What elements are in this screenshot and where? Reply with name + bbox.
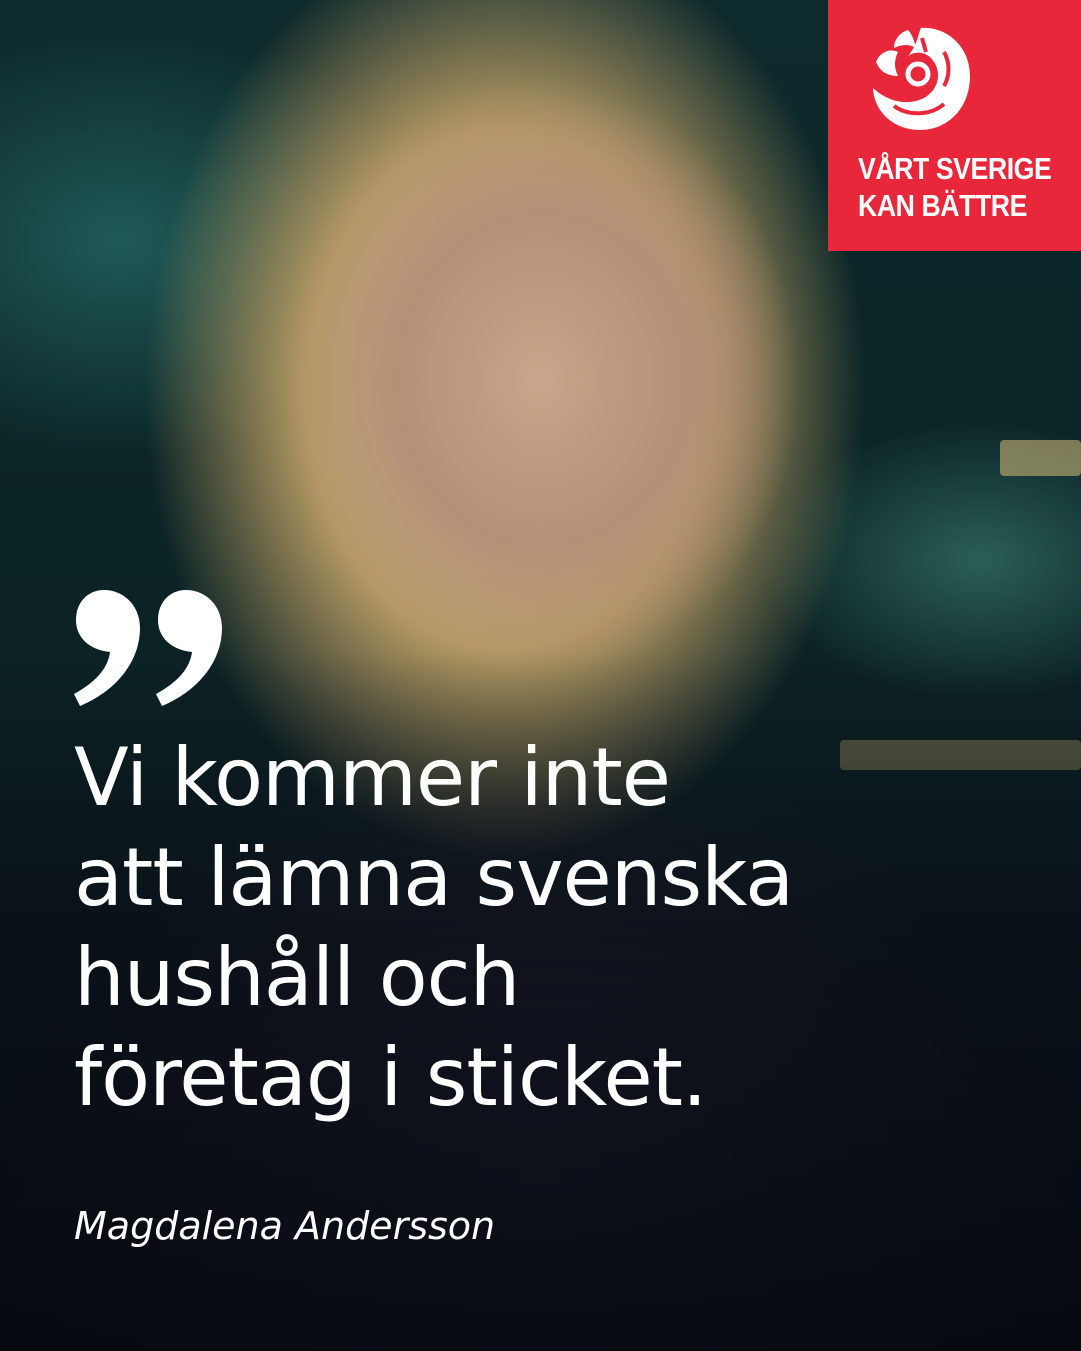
studio-light xyxy=(1000,440,1081,476)
campaign-slogan: VÅRT SVERIGE KAN BÄTTRE xyxy=(858,150,1068,224)
quote-author: Magdalena Andersson xyxy=(74,1204,496,1248)
slogan-line-2: KAN BÄTTRE xyxy=(858,188,1027,223)
slogan-line-1: VÅRT SVERIGE xyxy=(858,151,1052,186)
quotation-mark-icon xyxy=(74,590,222,706)
rose-icon xyxy=(873,27,970,130)
quote-text: Vi kommer inte att lämna svenska hushåll… xyxy=(74,728,1034,1128)
quote-line: företag i sticket. xyxy=(74,1031,707,1124)
quote-line: Vi kommer inte xyxy=(74,731,671,824)
quote-line: att lämna svenska xyxy=(74,831,794,924)
campaign-badge: VÅRT SVERIGE KAN BÄTTRE xyxy=(828,0,1081,251)
quote-line: hushåll och xyxy=(74,931,520,1024)
